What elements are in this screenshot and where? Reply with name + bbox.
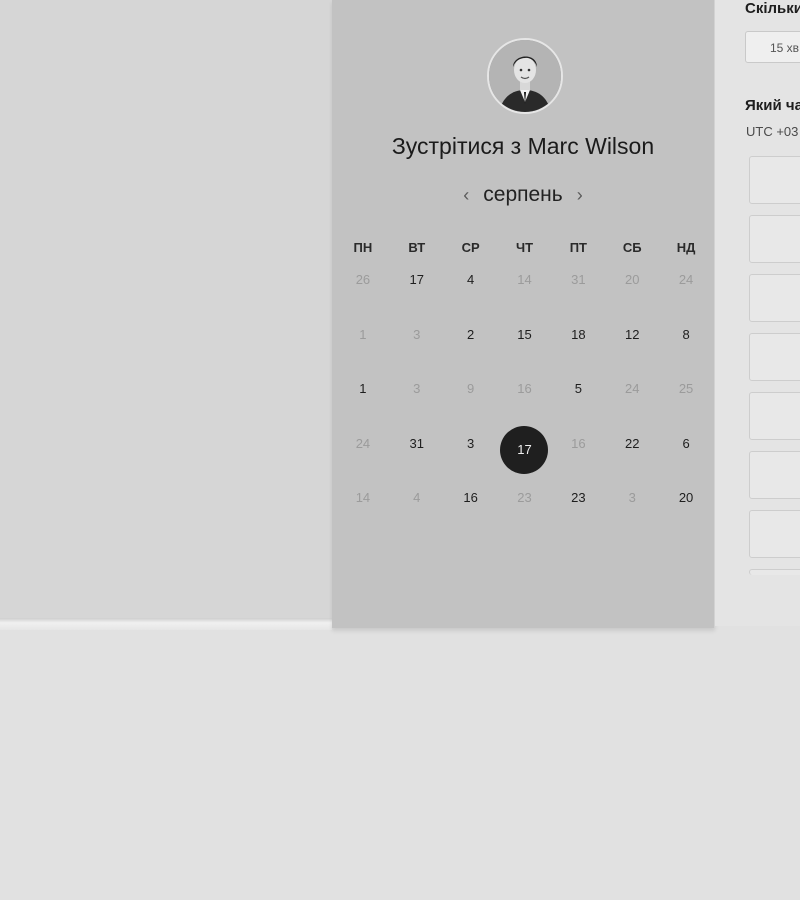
time-slot[interactable] (749, 451, 800, 499)
time-slot[interactable] (749, 156, 800, 204)
time-slot[interactable] (749, 569, 800, 575)
calendar-day-grid: 26 17 4 14 31 20 24 1 3 2 15 18 12 8 1 3 9 16 5 24 25 24 31 3 17… (336, 272, 713, 545)
month-label: серпень (483, 183, 563, 206)
time-slot[interactable] (749, 333, 800, 381)
weekday-label: ПН (353, 240, 373, 255)
calendar-day: 23 (517, 490, 532, 506)
time-question: Який ча (745, 97, 800, 114)
calendar-day: 3 (628, 490, 636, 506)
calendar-day[interactable]: 8 (659, 327, 713, 382)
time-slot[interactable] (749, 510, 800, 558)
calendar-day[interactable]: 2 (444, 327, 498, 382)
calendar-day-selected[interactable]: 17 (498, 425, 552, 491)
left-panel (0, 0, 332, 618)
page-title: Зустрітися з Marc Wilson (391, 133, 655, 159)
time-slot[interactable] (749, 274, 800, 322)
calendar-day: 14 (517, 272, 532, 287)
calendar-day[interactable]: 23 (551, 490, 605, 545)
calendar-day[interactable]: 4 (444, 272, 498, 327)
host-avatar (487, 38, 563, 114)
booking-calendar-panel: Зустрітися з Marc Wilson ‹ серпень › ПН … (332, 0, 715, 628)
timezone-label[interactable]: UTC +03 (746, 124, 798, 139)
calendar-day: 26 (355, 272, 371, 287)
calendar-day: 3 (413, 326, 421, 342)
calendar-day: 31 (571, 272, 586, 287)
person-photo-icon (489, 40, 561, 112)
calendar-day[interactable]: 12 (605, 327, 659, 382)
calendar-day[interactable]: 16 (444, 490, 498, 545)
duration-question: Скільки (745, 0, 800, 17)
time-slot[interactable] (749, 392, 800, 440)
calendar-day: 16 (571, 435, 586, 451)
weekday-label: СБ (622, 240, 642, 255)
calendar-day[interactable]: 3 (444, 436, 498, 491)
calendar-day: 3 (413, 381, 421, 397)
weekday-label: ПТ (569, 240, 587, 255)
calendar-day[interactable]: 22 (605, 436, 659, 491)
selected-day-label: 17 (500, 425, 549, 474)
chevron-right-icon[interactable]: › (577, 185, 583, 206)
calendar-day: 9 (467, 381, 475, 397)
calendar-day: 20 (624, 272, 640, 287)
calendar-day: 24 (624, 381, 640, 397)
calendar-day: 1 (359, 326, 367, 342)
calendar-day[interactable]: 20 (659, 490, 713, 545)
calendar-day[interactable]: 6 (659, 436, 713, 491)
weekday-label: НД (676, 240, 696, 255)
calendar-day: 14 (355, 490, 371, 506)
calendar-day[interactable]: 31 (390, 436, 444, 491)
calendar-day[interactable]: 18 (551, 327, 605, 382)
calendar-day: 25 (678, 381, 694, 397)
weekday-label: СР (461, 240, 480, 255)
weekday-header: ПН ВТ СР ЧТ ПТ СБ НД (336, 240, 713, 255)
time-selection-panel: Скільки 15 хв Який ча UTC +03 (715, 0, 800, 626)
calendar-day: 24 (678, 272, 694, 287)
calendar-day[interactable]: 5 (551, 381, 605, 436)
duration-select[interactable]: 15 хв (745, 31, 800, 63)
month-navigation: ‹ серпень › (332, 180, 714, 210)
calendar-day[interactable]: 17 (390, 272, 444, 327)
calendar-day[interactable]: 15 (498, 327, 552, 382)
weekday-label: ЧТ (515, 240, 534, 255)
time-slot[interactable] (749, 215, 800, 263)
left-panel-edge (0, 618, 332, 630)
chevron-left-icon[interactable]: ‹ (463, 185, 469, 206)
calendar-day: 24 (355, 435, 371, 451)
weekday-label: ВТ (408, 240, 426, 255)
calendar-day[interactable]: 1 (336, 381, 390, 436)
calendar-day: 4 (413, 490, 421, 506)
